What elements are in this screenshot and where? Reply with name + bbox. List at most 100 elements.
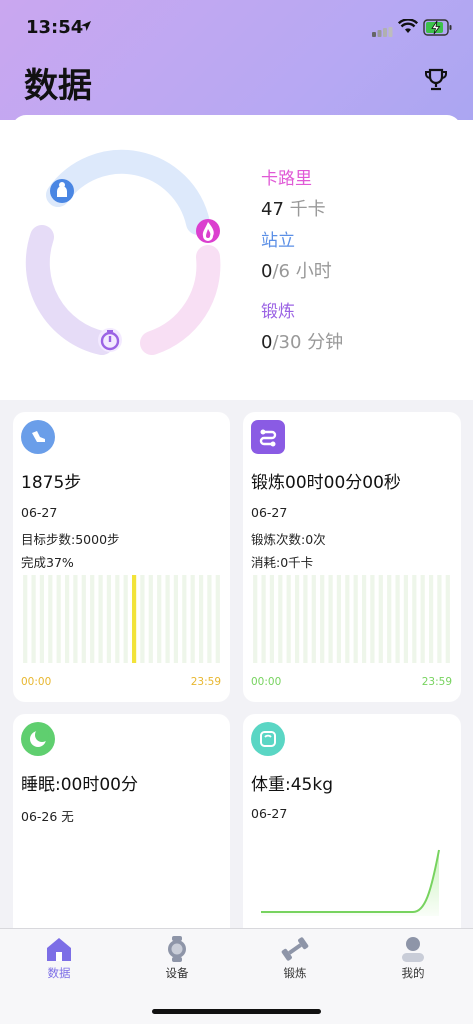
shoe-icon — [21, 420, 55, 454]
home-indicator — [152, 1009, 321, 1014]
stand-goal: /6 小时 — [272, 261, 332, 282]
hour-column — [345, 575, 350, 663]
hour-column — [65, 575, 70, 663]
hour-column — [437, 575, 442, 663]
workout-axis-start: 00:00 — [251, 676, 282, 688]
hour-column — [253, 575, 258, 663]
steps-axis-start: 00:00 — [21, 676, 52, 688]
hour-column — [98, 575, 103, 663]
hour-column — [336, 575, 341, 663]
hour-column — [286, 575, 291, 663]
dumbbell-icon — [281, 937, 309, 961]
hour-column — [362, 575, 367, 663]
hour-column — [106, 575, 111, 663]
cellular-signal-icon — [372, 27, 393, 37]
weight-trend-chart — [261, 849, 440, 916]
status-bar: 13:54 — [0, 0, 473, 56]
exercise-ring — [25, 225, 114, 355]
profile-icon — [402, 937, 424, 962]
exercise-number: 0 — [261, 332, 273, 353]
hour-column — [207, 575, 212, 663]
workout-card[interactable]: 锻炼00时00分00秒 06-27 锻炼次数:0次 消耗:0千卡 00:00 2… — [243, 412, 461, 702]
sleep-card[interactable]: 睡眠:00时00分 06-26 无 — [13, 714, 230, 928]
hour-column — [148, 575, 153, 663]
stand-ring — [46, 149, 210, 235]
hour-column — [412, 575, 417, 663]
steps-card[interactable]: 1875步 06-27 目标步数:5000步 完成37% 00:00 23:59 — [13, 412, 230, 702]
hour-column — [328, 575, 333, 663]
hour-column — [31, 575, 36, 663]
hour-column — [429, 575, 434, 663]
weight-title: 体重:45kg — [251, 775, 333, 795]
steps-title: 1875步 — [21, 473, 82, 493]
page-title: 数据 — [24, 66, 92, 106]
hour-column — [81, 575, 86, 663]
hour-column — [403, 575, 408, 663]
tab-data[interactable]: 数据 — [0, 935, 118, 981]
steps-complete: 完成37% — [21, 555, 74, 570]
hour-column — [295, 575, 300, 663]
tab-profile[interactable]: 我的 — [354, 935, 472, 981]
hour-column — [90, 575, 95, 663]
hour-column — [165, 575, 170, 663]
hour-column — [311, 575, 316, 663]
hour-column — [23, 575, 28, 663]
calories-unit: 千卡 — [283, 199, 326, 220]
steps-hourly-chart — [23, 575, 220, 663]
hour-column — [173, 575, 178, 663]
sleep-title: 睡眠:00时00分 — [21, 775, 138, 795]
hour-column — [123, 575, 128, 663]
watch-icon — [168, 936, 186, 962]
stand-number: 0 — [261, 261, 273, 282]
exercise-value: 0/30 分钟 — [261, 328, 343, 354]
workout-route-icon — [251, 420, 285, 454]
hour-column — [445, 575, 450, 663]
flame-icon — [196, 219, 220, 243]
workout-date: 06-27 — [251, 505, 288, 520]
calories-number: 47 — [261, 199, 284, 220]
hour-column — [215, 575, 220, 663]
location-arrow-icon — [81, 21, 91, 31]
workout-axis-end: 23:59 — [421, 676, 452, 688]
hour-column — [140, 575, 145, 663]
hour-column — [56, 575, 61, 663]
hour-column — [353, 575, 358, 663]
activity-summary-card[interactable]: 卡路里 47 千卡 站立 0/6 小时 锻炼 0/30 分钟 — [12, 115, 461, 400]
weight-date: 06-27 — [251, 806, 288, 821]
steps-date: 06-27 — [21, 505, 58, 520]
hour-column — [157, 575, 162, 663]
battery-charging-icon — [423, 19, 452, 36]
tab-device-label: 设备 — [165, 966, 189, 980]
exercise-label: 锻炼 — [261, 302, 295, 322]
calories-label: 卡路里 — [261, 169, 312, 189]
trophy-icon[interactable] — [422, 66, 450, 94]
hour-column — [395, 575, 400, 663]
hour-column — [73, 575, 78, 663]
hour-column — [387, 575, 392, 663]
workout-burn: 消耗:0千卡 — [251, 555, 314, 570]
sleep-info: 06-26 无 — [21, 809, 74, 824]
weight-trend-area — [261, 850, 439, 916]
calories-value: 47 千卡 — [261, 195, 326, 221]
stand-person-icon — [50, 179, 74, 203]
workout-hourly-chart — [253, 575, 450, 663]
tab-data-label: 数据 — [47, 966, 71, 980]
tab-workout-label: 锻炼 — [283, 966, 307, 980]
hour-column — [261, 575, 266, 663]
active-hour-bar — [132, 575, 137, 663]
weight-trend-line — [261, 849, 440, 913]
scale-icon — [251, 722, 285, 756]
hour-column — [48, 575, 53, 663]
calories-ring — [140, 245, 221, 355]
hour-column — [199, 575, 204, 663]
workout-count: 锻炼次数:0次 — [251, 532, 326, 547]
tab-profile-label: 我的 — [401, 966, 425, 980]
moon-icon — [21, 722, 55, 756]
tab-device[interactable]: 设备 — [118, 935, 236, 981]
activity-rings — [25, 149, 221, 355]
wifi-icon — [398, 19, 418, 33]
stand-value: 0/6 小时 — [261, 257, 332, 283]
weight-card[interactable]: 体重:45kg 06-27 — [243, 714, 461, 928]
tab-workout[interactable]: 锻炼 — [236, 935, 354, 981]
workout-title: 锻炼00时00分00秒 — [251, 473, 401, 493]
